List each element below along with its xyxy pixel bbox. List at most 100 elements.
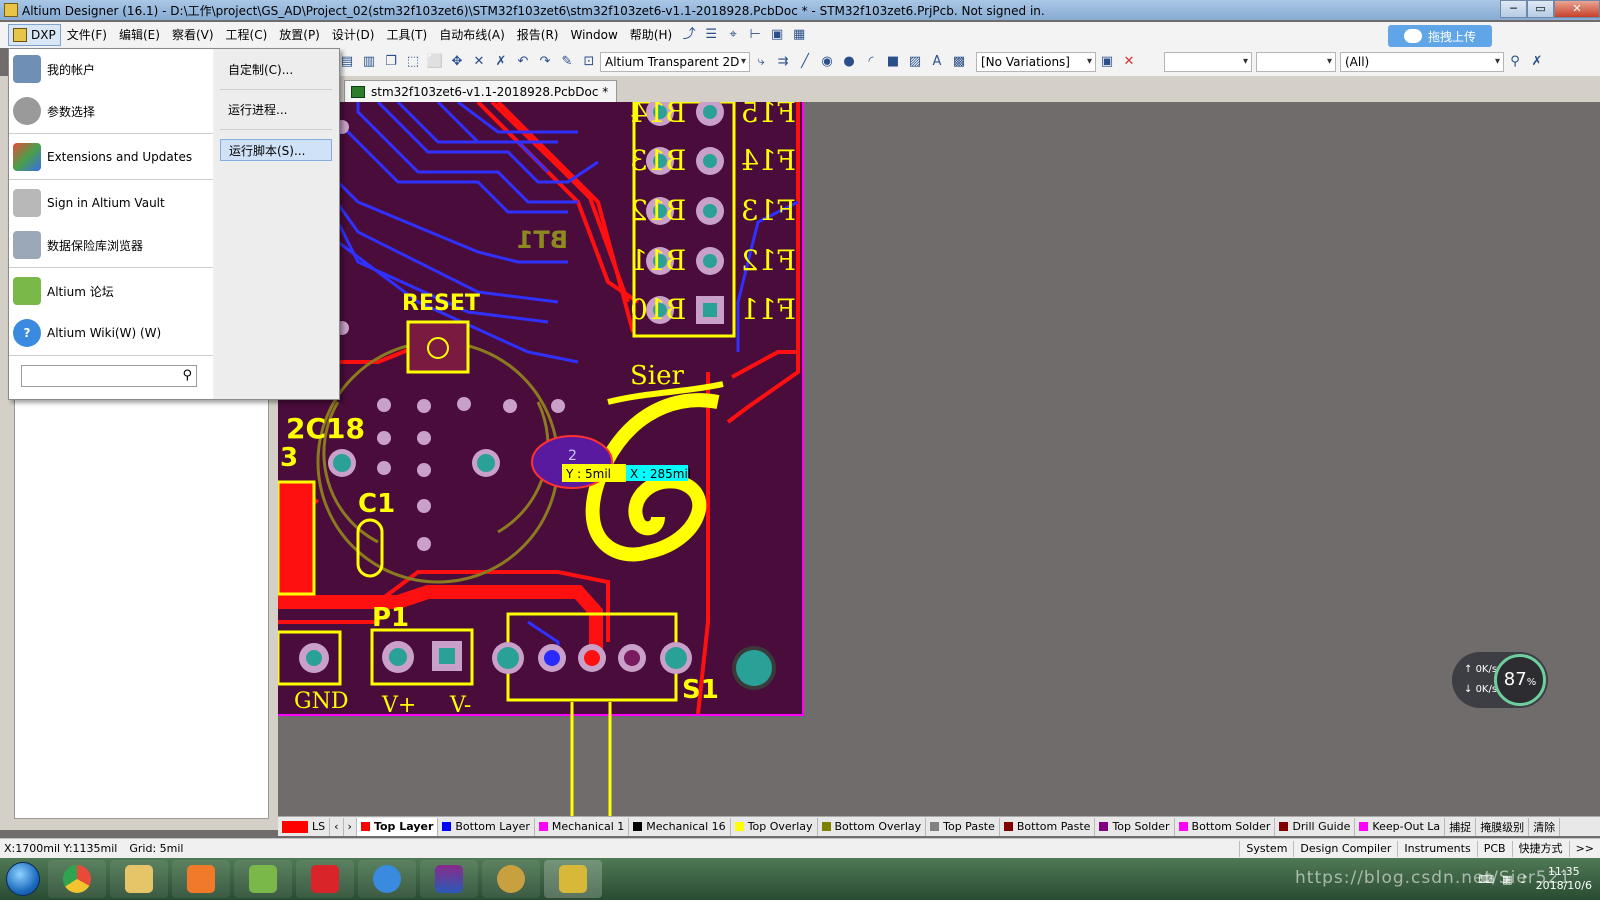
highlight-icon[interactable]: ✎ [558, 53, 576, 71]
layer-tab-top-paste[interactable]: Top Paste [926, 817, 1000, 836]
pcb-doc-tab[interactable]: stm32f103zet6-v1.1-2018928.PcbDoc * [344, 80, 618, 102]
interactive-route-icon[interactable]: ⤷ [752, 53, 770, 71]
dimension-icon[interactable]: ⊢ [746, 26, 764, 44]
taskbar-app[interactable] [482, 860, 540, 898]
layer-tab-drill-guide[interactable]: Drill Guide [1275, 817, 1356, 836]
via-icon[interactable]: ◉ [818, 53, 836, 71]
taskbar-chart-app[interactable] [234, 860, 292, 898]
variations-select[interactable]: [No Variations] [976, 52, 1096, 72]
menu-autoroute[interactable]: 自动布线(A) [433, 24, 511, 46]
layer-tab-bottom-overlay[interactable]: Bottom Overlay [818, 817, 927, 836]
select-area-icon[interactable]: ⬜ [426, 53, 444, 71]
clear-filter-icon[interactable]: ✕ [1120, 53, 1138, 71]
menu-view[interactable]: 察看(V) [166, 24, 220, 46]
undo-icon[interactable]: ↶ [514, 53, 532, 71]
menu-dxp[interactable]: DXP [8, 24, 61, 46]
fill-icon[interactable]: ■ [884, 53, 902, 71]
mask-level-button[interactable]: 掩膜级别 [1476, 817, 1530, 836]
clear-button[interactable]: 清除 [1529, 817, 1561, 836]
layer-tab-mechanical-16[interactable]: Mechanical 16 [629, 817, 731, 836]
grid-icon[interactable]: ▦ [790, 26, 808, 44]
route-icon[interactable]: ⤴ [680, 26, 698, 44]
layer-tab-keep-out[interactable]: Keep-Out La [1355, 817, 1446, 836]
select-icon[interactable]: ⌖ [724, 26, 742, 44]
component-icon[interactable]: ▩ [950, 53, 968, 71]
panel-pcb[interactable]: PCB [1476, 840, 1512, 857]
close-button[interactable]: ✕ [1554, 0, 1600, 18]
menu-file[interactable]: 文件(F) [61, 24, 113, 46]
snap-button[interactable]: 捕捉 [1445, 817, 1477, 836]
current-layer-indicator[interactable]: LS [278, 817, 331, 836]
maximize-button[interactable]: ▭ [1527, 0, 1554, 18]
layer-tab-bottom-paste[interactable]: Bottom Paste [1000, 817, 1096, 836]
taskbar-youdao[interactable] [296, 860, 354, 898]
menu-project[interactable]: 工程(C) [220, 24, 274, 46]
menu-window[interactable]: Window [564, 24, 623, 46]
layer-tab-bottom-solder[interactable]: Bottom Solder [1175, 817, 1276, 836]
panel-more[interactable]: >> [1568, 840, 1600, 857]
layer-tab-top-solder[interactable]: Top Solder [1095, 817, 1175, 836]
network-speed-widget[interactable]: ↑ 0K/s ↓ 0K/s 87% [1452, 652, 1548, 708]
minimize-button[interactable]: ─ [1500, 0, 1527, 18]
menu-extensions[interactable]: Extensions and Updates [13, 137, 211, 177]
cloud-upload-button[interactable]: 拖拽上传 [1388, 25, 1492, 47]
track-icon[interactable]: ╱ [796, 53, 814, 71]
taskbar-winrar[interactable] [420, 860, 478, 898]
move-icon[interactable]: ✥ [448, 53, 466, 71]
layer-tab-top-layer[interactable]: Top Layer [356, 817, 439, 836]
panel-design-compiler[interactable]: Design Compiler [1293, 840, 1397, 857]
filter-scope-select[interactable]: (All) [1340, 52, 1504, 72]
panel-shortcuts[interactable]: 快捷方式 [1511, 840, 1569, 857]
rubber-stamp-icon[interactable]: ⬚ [404, 53, 422, 71]
filter-select-1[interactable] [1164, 52, 1252, 72]
diff-pair-icon[interactable]: ⇉ [774, 53, 792, 71]
pad-icon[interactable]: ● [840, 53, 858, 71]
layer-tab-bottom-layer[interactable]: Bottom Layer [438, 817, 535, 836]
menu-sign-in-vault[interactable]: Sign in Altium Vault [13, 183, 211, 223]
taskbar-baidu-cloud[interactable] [358, 860, 416, 898]
pcb-canvas[interactable]: B14 B13 B12 B11 B10 F15 F14 F13 F12 F11 … [278, 102, 1600, 816]
paste-icon[interactable]: ▥ [360, 53, 378, 71]
copy-icon[interactable]: ❐ [382, 53, 400, 71]
menu-edit[interactable]: 编辑(E) [113, 24, 166, 46]
menu-tools[interactable]: 工具(T) [380, 24, 433, 46]
menu-reports[interactable]: 报告(R) [511, 24, 565, 46]
layer-tab-top-overlay[interactable]: Top Overlay [731, 817, 818, 836]
start-button[interactable] [0, 859, 46, 899]
menu-preferences[interactable]: 参数选择 [13, 91, 211, 131]
taskbar-chrome[interactable] [48, 860, 106, 898]
menu-customize[interactable]: 自定制(C)... [220, 59, 332, 81]
panel-system[interactable]: System [1239, 840, 1293, 857]
room-icon[interactable]: ▣ [768, 26, 786, 44]
taskbar-media-player[interactable] [172, 860, 230, 898]
menu-design[interactable]: 设计(D) [326, 24, 381, 46]
layer-scroll-left[interactable]: ‹ [330, 817, 344, 836]
pcb-drawing[interactable]: B14 B13 B12 B11 B10 F15 F14 F13 F12 F11 … [278, 102, 1600, 816]
redo-icon[interactable]: ↷ [536, 53, 554, 71]
string-icon[interactable]: A [928, 53, 946, 71]
align-icon[interactable]: ☰ [702, 26, 720, 44]
clear-icon[interactable]: ✗ [1528, 53, 1546, 71]
deselect-icon[interactable]: ✗ [492, 53, 510, 71]
polygon-icon[interactable]: ▨ [906, 53, 924, 71]
menu-place[interactable]: 放置(P) [273, 24, 326, 46]
cross-icon[interactable]: ✕ [470, 53, 488, 71]
view-mode-select[interactable]: Altium Transparent 2D [600, 52, 750, 72]
menu-altium-wiki[interactable]: ? Altium Wiki(W) (W) [13, 313, 211, 353]
menu-run-script[interactable]: 运行脚本(S)... [220, 139, 332, 161]
zoom-icon[interactable]: ⊡ [580, 53, 598, 71]
layer-scroll-right[interactable]: › [344, 817, 357, 836]
menu-help[interactable]: 帮助(H) [624, 24, 678, 46]
dxp-search-input[interactable]: ⚲ [21, 365, 197, 387]
filter-icon[interactable]: ⚲ [1506, 53, 1524, 71]
filter-select-2[interactable] [1256, 52, 1336, 72]
board-icon[interactable]: ▣ [1098, 53, 1116, 71]
layer-tab-mechanical-1[interactable]: Mechanical 1 [535, 817, 630, 836]
arc-icon[interactable]: ◜ [862, 53, 880, 71]
taskbar-altium[interactable] [544, 860, 602, 898]
menu-run-process[interactable]: 运行进程... [220, 99, 332, 121]
menu-altium-forum[interactable]: Altium 论坛 [13, 271, 211, 311]
panel-instruments[interactable]: Instruments [1397, 840, 1476, 857]
new-icon[interactable]: ▤ [338, 53, 356, 71]
taskbar-explorer[interactable] [110, 860, 168, 898]
